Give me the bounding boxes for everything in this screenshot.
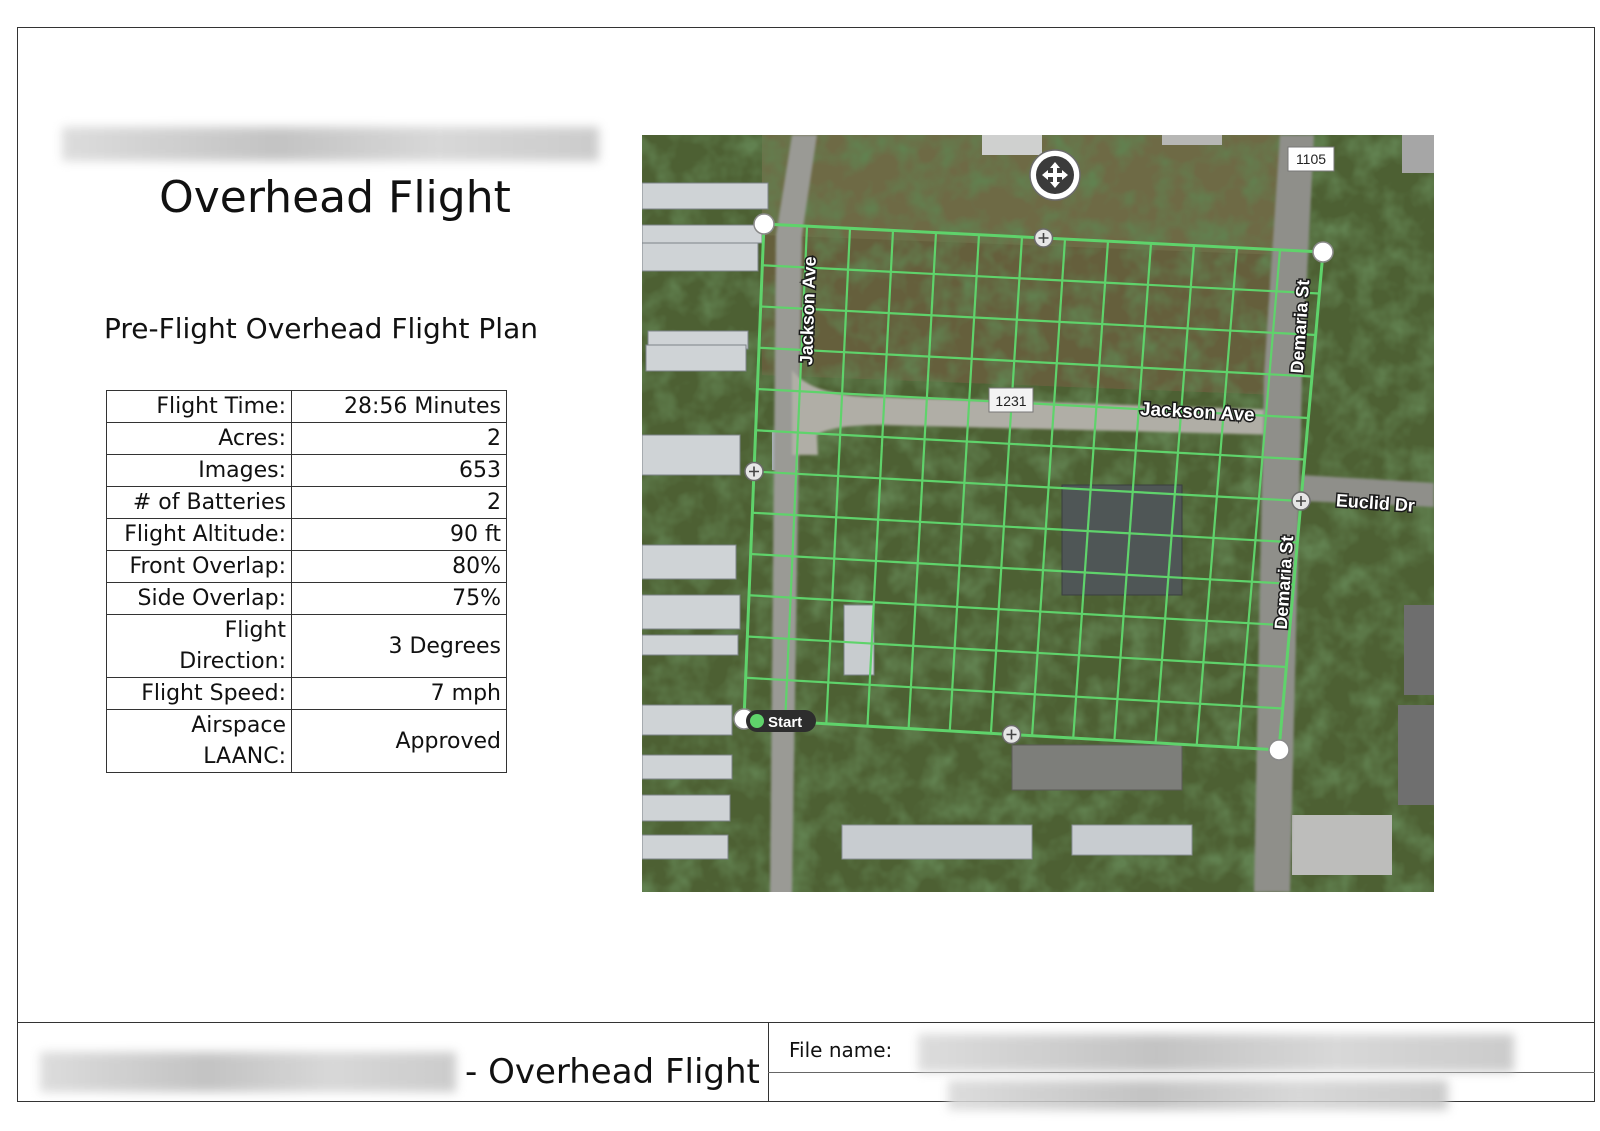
flight-plan-title: Pre-Flight Overhead Flight Plan xyxy=(104,312,538,345)
flight-plan-label: Flight Altitude: xyxy=(106,518,292,551)
file-name-label: File name: xyxy=(789,1038,893,1062)
flight-plan-value: 2 xyxy=(291,422,507,455)
flight-plan-row: Acres: 2 xyxy=(106,422,507,455)
footer-vertical-divider xyxy=(768,1022,769,1102)
flight-plan-label: Flight Speed: xyxy=(106,677,292,710)
flight-plan-label: Flight Time: xyxy=(106,390,292,423)
flight-plan-label: Images: xyxy=(106,454,292,487)
flight-plan-row: # of Batteries 2 xyxy=(106,486,507,519)
flight-plan-row: Flight Altitude: 90 ft xyxy=(106,518,507,551)
flight-plan-row: Airspace LAANC: Approved xyxy=(106,709,507,773)
footer-divider xyxy=(17,1022,1595,1023)
move-arrows-icon[interactable] xyxy=(1029,149,1081,201)
satellite-map: 1105 1231 Jackson Ave Jackson Ave Demari… xyxy=(642,135,1434,892)
flight-plan-value: Approved xyxy=(291,709,507,773)
start-marker[interactable]: Start xyxy=(746,710,816,732)
flight-plan-row: Front Overlap: 80% xyxy=(106,550,507,583)
jackson-ave-label-vertical: Jackson Ave xyxy=(796,256,820,365)
flight-plan-row: Flight Time: 28:56 Minutes xyxy=(106,390,507,423)
flight-plan-value: 2 xyxy=(291,486,507,519)
flight-plan-label: Acres: xyxy=(106,422,292,455)
corner-handle[interactable] xyxy=(1312,241,1334,263)
flight-plan-label: Front Overlap: xyxy=(106,550,292,583)
redacted-footer-name xyxy=(40,1052,456,1092)
flight-plan-row: Flight Direction: 3 Degrees xyxy=(106,614,507,678)
flight-plan-row: Flight Speed: 7 mph xyxy=(106,677,507,710)
flight-plan-label: Airspace LAANC: xyxy=(106,709,292,773)
flight-plan-label: Flight Direction: xyxy=(106,614,292,678)
flight-plan-table: Flight Time: 28:56 Minutes Acres: 2 Images: 6… xyxy=(106,390,507,773)
flight-plan-value: 7 mph xyxy=(291,677,507,710)
flight-plan-value: 3 Degrees xyxy=(291,614,507,678)
flight-plan-value: 90 ft xyxy=(291,518,507,551)
corner-handle[interactable] xyxy=(753,213,775,235)
address-1105-text: 1105 xyxy=(1296,151,1326,167)
flight-plan-row: Images: 653 xyxy=(106,454,507,487)
page-title: Overhead Flight xyxy=(159,172,511,223)
flight-plan-value: 653 xyxy=(291,454,507,487)
corner-handle[interactable] xyxy=(1268,739,1290,761)
address-label-1105: 1105 xyxy=(1287,146,1335,172)
start-label: Start xyxy=(768,714,802,731)
flight-plan-row: Side Overlap: 75% xyxy=(106,582,507,615)
redacted-section-heading xyxy=(62,127,599,161)
footer-title: - Overhead Flight xyxy=(465,1052,760,1092)
flight-plan-label: # of Batteries xyxy=(106,486,292,519)
footer-file-underline xyxy=(768,1072,1595,1073)
redacted-file-name xyxy=(918,1034,1514,1072)
flight-plan-value: 75% xyxy=(291,582,507,615)
flight-plan-value: 80% xyxy=(291,550,507,583)
flight-map[interactable]: 1105 1231 Jackson Ave Jackson Ave Demari… xyxy=(642,135,1434,892)
flight-plan-label: Side Overlap: xyxy=(106,582,292,615)
redacted-file-name-line-2 xyxy=(948,1080,1448,1110)
flight-plan-value: 28:56 Minutes xyxy=(291,390,507,423)
address-label-1231: 1231 xyxy=(988,387,1034,413)
address-1231-text: 1231 xyxy=(995,393,1026,409)
